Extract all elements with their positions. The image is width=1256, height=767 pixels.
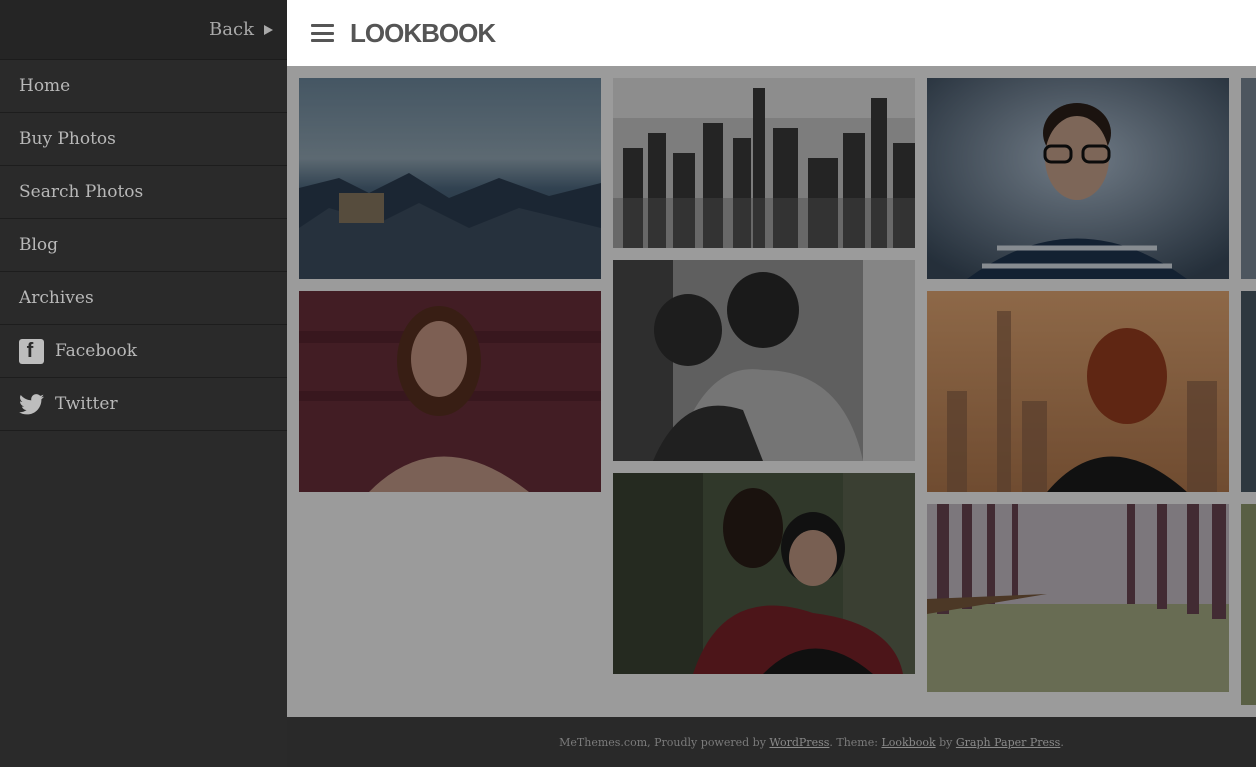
nav-item-label: Buy Photos: [19, 129, 116, 149]
play-arrow-icon: [264, 24, 273, 35]
nav-item-label: Blog: [19, 235, 59, 255]
sidebar-nav: Home Buy Photos Search Photos Blog Archi…: [0, 60, 287, 431]
nav-item-label: Home: [19, 76, 71, 96]
photo-couple-bw[interactable]: [613, 260, 915, 461]
footer-by-text: by: [935, 735, 956, 749]
footer-prefix: MeThemes.com, Proudly powered by: [559, 735, 770, 749]
site-header: LOOKBOOK: [287, 0, 1256, 66]
nav-item-label: Twitter: [55, 394, 118, 414]
photo-gallery: [287, 66, 1256, 717]
photo-city-rooftops[interactable]: [299, 78, 601, 279]
photo-forest-path[interactable]: [927, 504, 1229, 692]
nav-item-facebook[interactable]: f Facebook: [0, 325, 287, 378]
photo-woman-skyline[interactable]: [927, 291, 1229, 492]
photo-man-glasses[interactable]: [927, 78, 1229, 279]
photo-skyline-bw[interactable]: [613, 78, 915, 248]
nav-item-search-photos[interactable]: Search Photos: [0, 166, 287, 219]
photo-partial-1[interactable]: [1241, 78, 1256, 279]
site-logo[interactable]: LOOKBOOK: [350, 18, 496, 49]
nav-item-home[interactable]: Home: [0, 60, 287, 113]
nav-item-twitter[interactable]: Twitter: [0, 378, 287, 431]
back-label: Back: [209, 19, 254, 40]
footer-link-author[interactable]: Graph Paper Press: [956, 736, 1060, 749]
nav-item-label: Facebook: [55, 341, 138, 361]
photo-woman-portrait[interactable]: [299, 291, 601, 492]
footer-link-wordpress[interactable]: WordPress: [769, 736, 829, 749]
twitter-icon: [19, 392, 44, 417]
nav-item-archives[interactable]: Archives: [0, 272, 287, 325]
facebook-icon: f: [19, 338, 44, 364]
menu-icon[interactable]: [311, 24, 334, 42]
footer-link-theme[interactable]: Lookbook: [881, 736, 935, 749]
footer-theme-text: . Theme:: [829, 735, 882, 749]
nav-item-label: Search Photos: [19, 182, 144, 202]
nav-item-buy-photos[interactable]: Buy Photos: [0, 113, 287, 166]
site-footer: MeThemes.com, Proudly powered by WordPre…: [287, 717, 1256, 767]
footer-credit: MeThemes.com, Proudly powered by WordPre…: [559, 736, 1064, 749]
photo-partial-3[interactable]: [1241, 504, 1256, 705]
photo-partial-2[interactable]: [1241, 291, 1256, 492]
sidebar-menu: Back Home Buy Photos Search Photos Blog …: [0, 0, 287, 767]
back-button[interactable]: Back: [0, 0, 287, 60]
main-content: LOOKBOOK MeThemes.com, Proudly powered b…: [287, 0, 1256, 767]
footer-suffix: .: [1060, 735, 1064, 749]
nav-item-label: Archives: [19, 288, 94, 308]
photo-couple-hug[interactable]: [613, 473, 915, 674]
nav-item-blog[interactable]: Blog: [0, 219, 287, 272]
